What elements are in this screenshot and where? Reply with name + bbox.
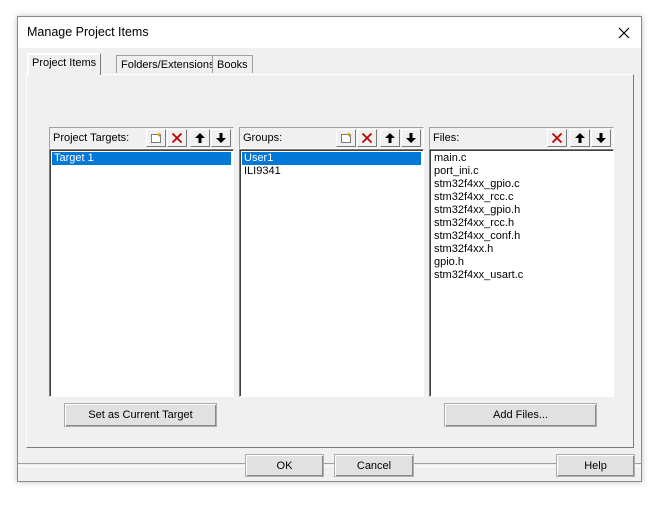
cancel-button[interactable]: Cancel	[334, 454, 414, 477]
list-item-file[interactable]: stm32f4xx_rcc.h	[432, 217, 611, 230]
move-file-down-button[interactable]	[591, 129, 611, 147]
targets-list[interactable]: Target 1	[49, 149, 234, 397]
dialog-title: Manage Project Items	[27, 25, 149, 39]
arrow-down-icon	[596, 133, 606, 143]
targets-header: Project Targets:	[49, 127, 234, 149]
list-item-file[interactable]: stm32f4xx_gpio.c	[432, 178, 611, 191]
project-items-panel: Project Targets: Target 1 Set as Current…	[26, 74, 634, 448]
tab-project-items[interactable]: Project Items	[27, 53, 102, 75]
close-icon	[618, 27, 630, 38]
delete-group-button[interactable]	[357, 129, 377, 147]
groups-label: Groups:	[243, 132, 283, 144]
tab-folders-extensions[interactable]: Folders/Extensions	[116, 55, 220, 73]
close-button[interactable]	[607, 17, 641, 48]
arrow-down-icon	[406, 133, 416, 143]
add-files-button[interactable]: Add Files...	[444, 403, 597, 427]
move-file-up-button[interactable]	[570, 129, 590, 147]
set-as-current-target-button[interactable]: Set as Current Target	[64, 403, 217, 427]
help-button[interactable]: Help	[556, 454, 635, 477]
new-item-icon	[151, 132, 162, 143]
delete-icon	[361, 132, 373, 144]
groups-list[interactable]: User1 ILI9341	[239, 149, 424, 397]
arrow-up-icon	[195, 133, 205, 143]
move-group-up-button[interactable]	[380, 129, 400, 147]
groups-header: Groups:	[239, 127, 424, 149]
move-group-down-button[interactable]	[401, 129, 421, 147]
ok-button[interactable]: OK	[245, 454, 324, 477]
list-item-file[interactable]: stm32f4xx_gpio.h	[432, 204, 611, 217]
list-item-file[interactable]: stm32f4xx_conf.h	[432, 230, 611, 243]
new-item-icon	[341, 132, 352, 143]
title-bar: Manage Project Items	[18, 17, 641, 48]
list-item-file[interactable]: gpio.h	[432, 256, 611, 269]
arrow-up-icon	[385, 133, 395, 143]
list-item-target[interactable]: Target 1	[52, 152, 231, 165]
delete-file-button[interactable]	[547, 129, 567, 147]
files-list[interactable]: main.c port_ini.c stm32f4xx_gpio.c stm32…	[429, 149, 614, 397]
list-item-file[interactable]: port_ini.c	[432, 165, 611, 178]
arrow-down-icon	[216, 133, 226, 143]
list-item-group[interactable]: ILI9341	[242, 165, 421, 178]
list-item-file[interactable]: main.c	[432, 152, 611, 165]
arrow-up-icon	[575, 133, 585, 143]
manage-project-items-dialog: Manage Project Items Project Items Folde…	[17, 16, 642, 482]
move-target-up-button[interactable]	[190, 129, 210, 147]
list-item-file[interactable]: stm32f4xx.h	[432, 243, 611, 256]
new-target-button[interactable]	[146, 129, 166, 147]
list-item-file[interactable]: stm32f4xx_usart.c	[432, 269, 611, 282]
delete-icon	[171, 132, 183, 144]
tab-books[interactable]: Books	[212, 55, 253, 73]
new-group-button[interactable]	[336, 129, 356, 147]
delete-target-button[interactable]	[167, 129, 187, 147]
list-item-file[interactable]: stm32f4xx_rcc.c	[432, 191, 611, 204]
files-label: Files:	[433, 132, 460, 144]
footer-divider	[18, 463, 641, 467]
move-target-down-button[interactable]	[211, 129, 231, 147]
list-item-group[interactable]: User1	[242, 152, 421, 165]
delete-icon	[551, 132, 563, 144]
files-header: Files:	[429, 127, 614, 149]
targets-label: Project Targets:	[53, 132, 130, 144]
